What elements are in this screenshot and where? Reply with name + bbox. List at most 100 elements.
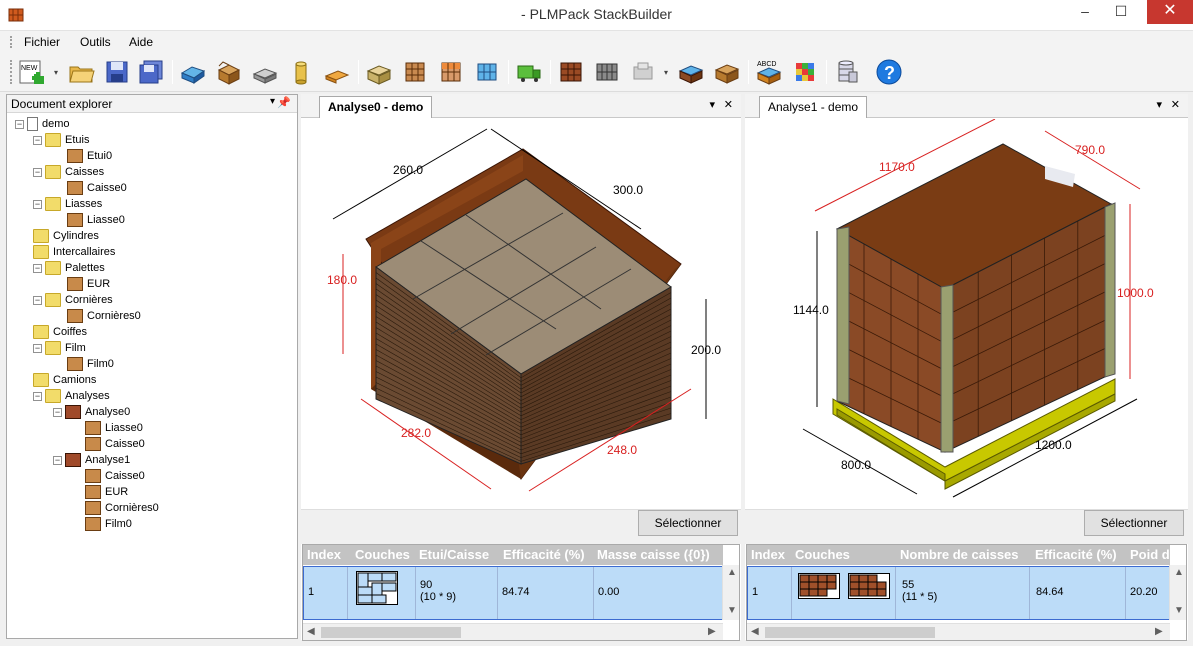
analysis0-3d-view[interactable]: 260.0 300.0 180.0 200.0 282.0 248.0	[301, 119, 741, 509]
new-analysis-icon[interactable]	[364, 57, 394, 87]
save-icon[interactable]	[102, 57, 132, 87]
collapse-toggle-icon[interactable]: −	[33, 263, 42, 273]
tree-folder[interactable]: Intercallaires	[33, 244, 115, 260]
tab-analyse1[interactable]: Analyse1 - demo	[759, 96, 868, 118]
tree-folder[interactable]: Coiffes	[33, 324, 87, 340]
menu-aide[interactable]: Aide	[129, 35, 153, 49]
menu-fichier[interactable]: Fichier	[24, 35, 60, 49]
new-case-analysis-icon[interactable]	[436, 57, 466, 87]
tree-item[interactable]: Liasse0	[85, 420, 143, 436]
tree-item[interactable]: Caisse0	[67, 180, 127, 196]
tree-item[interactable]: Cornières0	[85, 500, 159, 516]
col-masse-caisse[interactable]: Masse caisse ({0})	[597, 547, 710, 562]
tree-folder[interactable]: Camions	[33, 372, 96, 388]
grid-row[interactable]: 1 90 (10 * 9) 84.74 0.00	[303, 566, 723, 620]
scroll-right-icon[interactable]: ▶	[1155, 626, 1163, 637]
explorer-pin-icon[interactable]: 📌	[277, 96, 291, 109]
scroll-up-icon[interactable]: ▲	[1174, 567, 1184, 578]
col-poids[interactable]: Poid d	[1130, 547, 1170, 562]
optimise-icon[interactable]	[556, 57, 586, 87]
new-pallet-corner-icon[interactable]	[628, 57, 658, 87]
col-efficacite[interactable]: Efficacité (%)	[1035, 547, 1117, 562]
database-icon[interactable]	[832, 57, 862, 87]
scroll-thumb[interactable]	[321, 627, 461, 638]
open-folder-icon[interactable]	[66, 57, 96, 87]
collapse-toggle-icon[interactable]: −	[33, 199, 42, 209]
tree-item[interactable]: Film0	[67, 356, 114, 372]
collapse-toggle-icon[interactable]: −	[53, 455, 62, 465]
tree-folder[interactable]: − Film	[33, 340, 86, 356]
col-index[interactable]: Index	[307, 547, 341, 562]
col-nombre-caisses[interactable]: Nombre de caisses	[900, 547, 1019, 562]
tree-item[interactable]: Liasse0	[67, 212, 125, 228]
select-button[interactable]: Sélectionner	[1084, 510, 1184, 536]
tab-close-button[interactable]: ✕	[1171, 98, 1180, 111]
tree-folder[interactable]: − Caisses	[33, 164, 104, 180]
scroll-down-icon[interactable]: ▼	[1174, 605, 1184, 616]
tree-root[interactable]: − demo	[15, 116, 70, 132]
collapse-toggle-icon[interactable]: −	[33, 135, 42, 145]
grid-vertical-scrollbar[interactable]: ▲ ▼	[722, 565, 739, 620]
tree-item[interactable]: Caisse0	[85, 468, 145, 484]
tree-folder[interactable]: − Liasses	[33, 196, 102, 212]
collapse-toggle-icon[interactable]: −	[53, 407, 62, 417]
grid-row[interactable]: 1 55 (11 * 5) 84.64 20.20	[747, 566, 1170, 620]
tree-folder[interactable]: − Cornières	[33, 292, 113, 308]
grid-horizontal-scrollbar[interactable]: ◀ ▶	[747, 623, 1170, 640]
new-cylinder-icon[interactable]	[286, 57, 316, 87]
scroll-thumb[interactable]	[765, 627, 935, 638]
scroll-right-icon[interactable]: ▶	[708, 626, 716, 637]
tree-item[interactable]: EUR	[85, 484, 128, 500]
case-pack-icon[interactable]	[712, 57, 742, 87]
tree-folder[interactable]: Cylindres	[33, 228, 99, 244]
tree-analysis[interactable]: − Analyse1	[53, 452, 130, 468]
scroll-left-icon[interactable]: ◀	[307, 626, 315, 637]
corner-dropdown-arrow[interactable]: ▾	[664, 68, 668, 77]
grid-vertical-scrollbar[interactable]: ▲ ▼	[1169, 565, 1186, 620]
collapse-toggle-icon[interactable]: −	[15, 119, 24, 129]
collapse-toggle-icon[interactable]: −	[33, 295, 42, 305]
scroll-down-icon[interactable]: ▼	[727, 605, 737, 616]
collapse-toggle-icon[interactable]: −	[33, 343, 42, 353]
collapse-toggle-icon[interactable]: −	[33, 167, 42, 177]
select-button[interactable]: Sélectionner	[638, 510, 738, 536]
new-truck-icon[interactable]	[514, 57, 544, 87]
col-efficacite[interactable]: Efficacité (%)	[503, 547, 585, 562]
tree-item[interactable]: Caisse0	[85, 436, 145, 452]
minimize-button[interactable]: –	[1069, 0, 1101, 24]
new-case-icon[interactable]	[214, 57, 244, 87]
tree-analysis[interactable]: − Analyse0	[53, 404, 130, 420]
help-icon[interactable]: ?	[874, 57, 904, 87]
grid-horizontal-scrollbar[interactable]: ◀ ▶	[303, 623, 723, 640]
col-index[interactable]: Index	[751, 547, 785, 562]
tree-folder[interactable]: − Palettes	[33, 260, 105, 276]
new-dropdown-arrow[interactable]: ▾	[54, 68, 58, 77]
analysis1-3d-view[interactable]: 1170.0 790.0 1144.0 1000.0 800.0 1200.0	[745, 118, 1188, 509]
new-document-icon[interactable]: NEW	[16, 57, 46, 87]
scroll-up-icon[interactable]: ▲	[727, 567, 737, 578]
collapse-toggle-icon[interactable]: −	[33, 391, 42, 401]
tab-close-button[interactable]: ✕	[724, 98, 733, 111]
save-all-icon[interactable]	[136, 57, 166, 87]
col-couches[interactable]: Couches	[355, 547, 410, 562]
col-couches[interactable]: Couches	[795, 547, 850, 562]
abcd-label-icon[interactable]: ABCD	[754, 57, 784, 87]
explorer-menu-button[interactable]: ▾	[270, 96, 275, 107]
new-layer-icon[interactable]	[592, 57, 622, 87]
close-button[interactable]: ✕	[1147, 0, 1193, 24]
tree-folder[interactable]: − Etuis	[33, 132, 89, 148]
cube-icon[interactable]	[790, 57, 820, 87]
new-bundle-icon[interactable]	[250, 57, 280, 87]
tree-item[interactable]: Film0	[85, 516, 132, 532]
col-etui-caisse[interactable]: Etui/Caisse	[419, 547, 489, 562]
tree-item[interactable]: Cornières0	[67, 308, 141, 324]
new-pallet-analysis-icon[interactable]	[400, 57, 430, 87]
tree-folder[interactable]: − Analyses	[33, 388, 110, 404]
menu-outils[interactable]: Outils	[80, 35, 111, 49]
pack-icon[interactable]	[676, 57, 706, 87]
maximize-button[interactable]: ☐	[1105, 0, 1137, 24]
new-pallet-icon[interactable]	[322, 57, 352, 87]
new-box-layer-icon[interactable]	[472, 57, 502, 87]
tab-menu-button[interactable]: ▾	[709, 98, 715, 111]
tree-item[interactable]: Etui0	[67, 148, 112, 164]
